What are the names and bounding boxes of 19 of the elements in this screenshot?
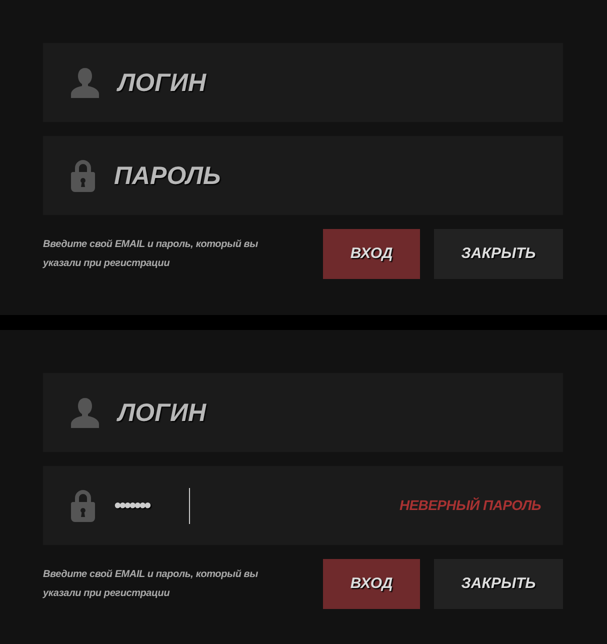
login-button[interactable]: ВХОД (323, 229, 420, 279)
user-icon (71, 396, 99, 428)
input-field[interactable]: ЛОГИН (43, 373, 563, 452)
password-field[interactable]: ••••••• (105, 486, 187, 526)
close-button[interactable]: ЗАКРЫТЬ (434, 229, 563, 279)
login-field[interactable]: ЛОГИН (109, 62, 369, 102)
input-field[interactable]: ЛОГИН (43, 43, 563, 122)
input-field[interactable]: ПАРОЛЬ (43, 136, 563, 215)
login-field[interactable]: ЛОГИН (109, 392, 369, 432)
lock-icon (71, 159, 95, 192)
login-button[interactable]: ВХОД (323, 559, 420, 609)
error-message: НЕВЕРНЫЙ ПАРОЛЬ (399, 496, 541, 515)
lock-icon (71, 489, 95, 522)
hint-text: Введите свой EMAIL и пароль, который вы указали при регистрации (43, 568, 259, 601)
input-field[interactable]: ••••••• НЕВЕРНЫЙ ПАРОЛЬ (43, 466, 563, 545)
password-field[interactable]: ПАРОЛЬ (105, 156, 365, 196)
hint-text: Введите свой EMAIL и пароль, который вы указали при регистрации (43, 238, 259, 271)
user-icon (71, 66, 99, 98)
close-button[interactable]: ЗАКРЫТЬ (434, 559, 563, 609)
